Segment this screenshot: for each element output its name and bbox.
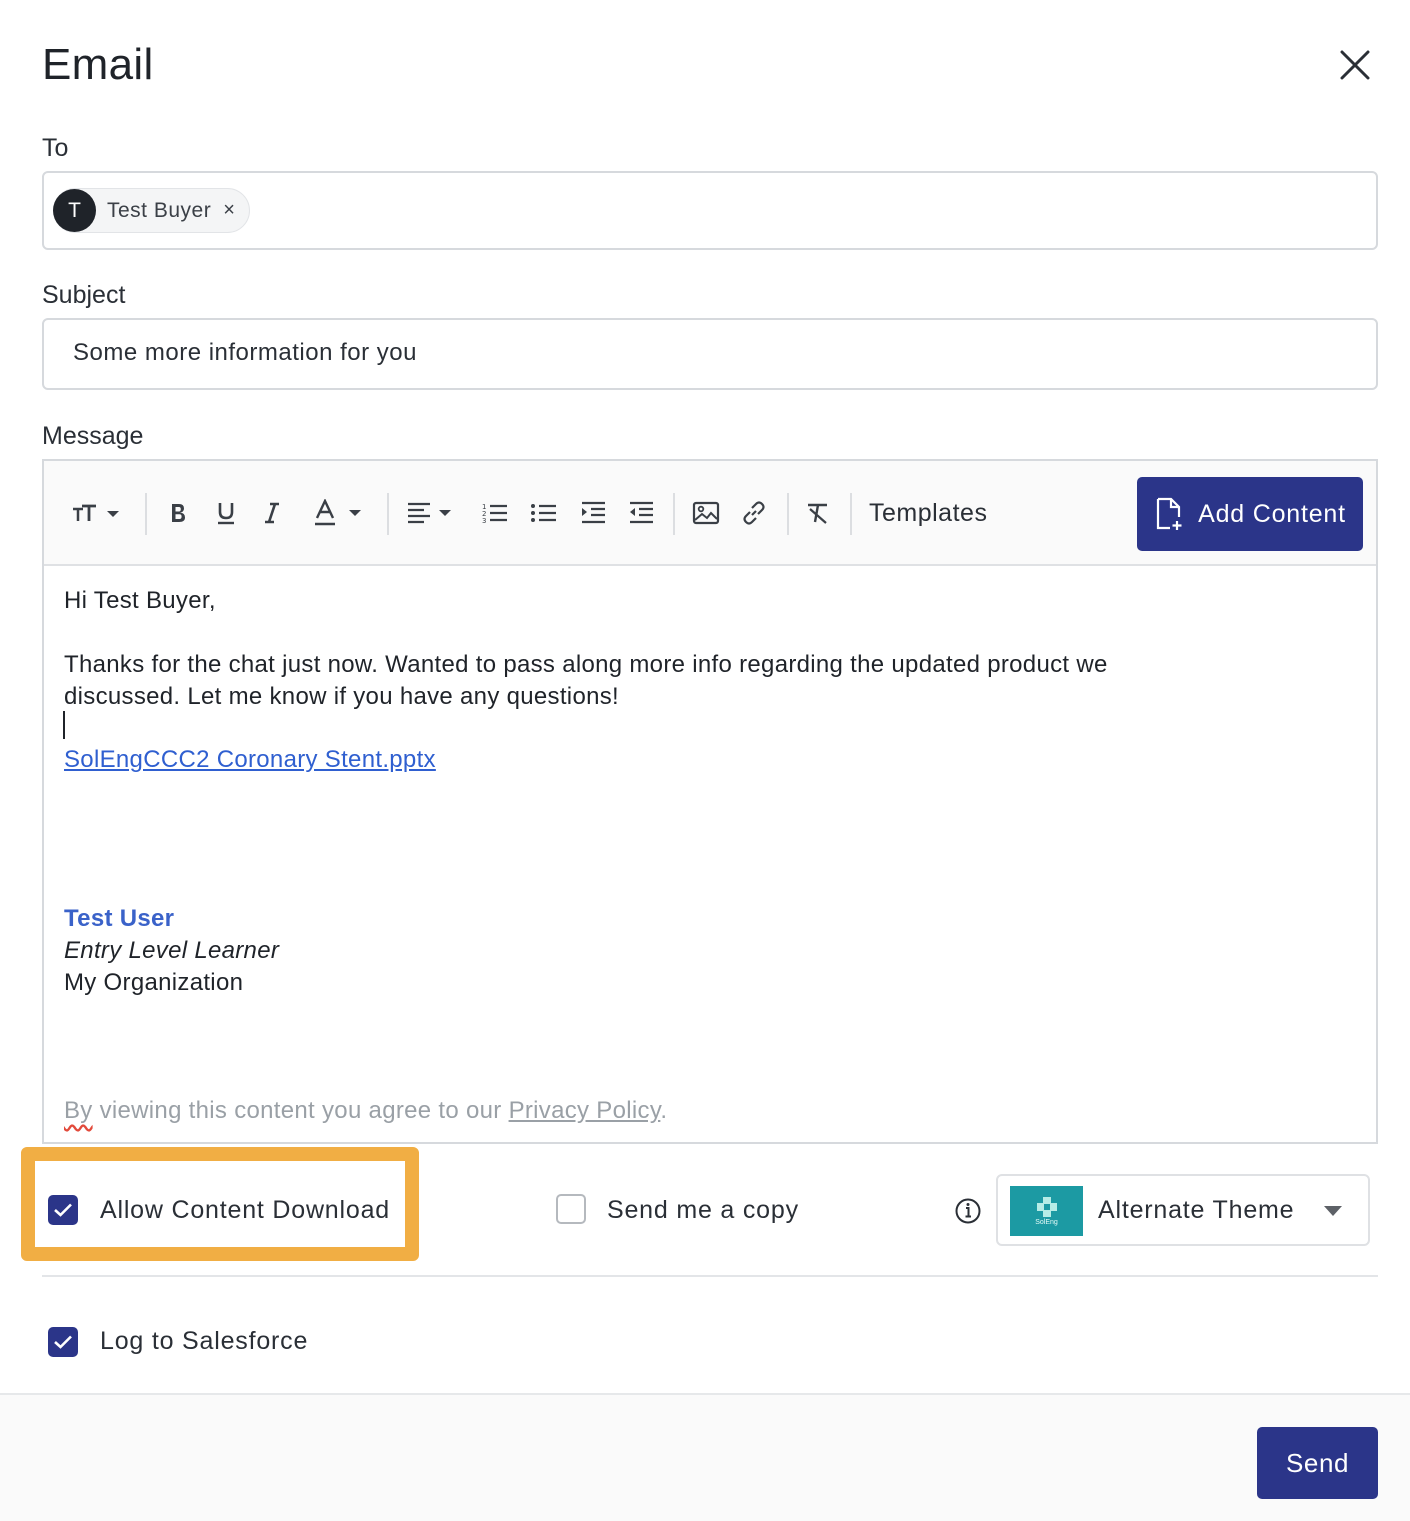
toolbar-divider <box>673 493 675 535</box>
avatar: T <box>53 189 96 232</box>
clear-format-icon <box>808 503 827 524</box>
text-color-icon <box>315 499 361 526</box>
clear-format-button[interactable] <box>800 493 836 533</box>
toolbar-divider <box>850 493 852 535</box>
indent-button[interactable] <box>576 493 610 533</box>
email-body-line: discussed. Let me know if you have any q… <box>64 683 620 710</box>
checkmark-icon <box>54 1203 72 1217</box>
close-button[interactable] <box>1332 42 1378 88</box>
add-content-label: Add Content <box>1198 499 1346 528</box>
log-salesforce-label[interactable]: Log to Salesforce <box>100 1327 308 1356</box>
italic-icon <box>265 502 279 524</box>
dialog-title: Email <box>42 40 154 89</box>
add-file-icon <box>1156 497 1182 530</box>
to-label: To <box>42 134 69 162</box>
italic-button[interactable] <box>256 493 288 533</box>
send-copy-label[interactable]: Send me a copy <box>607 1196 799 1225</box>
toolbar-divider <box>145 493 147 535</box>
privacy-notice-end: . <box>660 1097 668 1124</box>
send-copy-checkbox[interactable] <box>556 1194 586 1224</box>
outdent-icon <box>630 501 653 524</box>
theme-select[interactable]: SolEng Alternate Theme <box>996 1174 1370 1246</box>
align-icon <box>408 502 451 524</box>
add-content-button[interactable]: Add Content <box>1137 477 1363 551</box>
bold-icon <box>172 504 185 522</box>
align-button[interactable] <box>404 493 458 533</box>
underline-icon <box>218 503 234 525</box>
recipient-chip: T Test Buyer × <box>53 188 250 233</box>
log-salesforce-checkbox[interactable] <box>48 1327 78 1357</box>
message-editor[interactable]: 1 2 3 Templates Add Content Hi Test Buye… <box>42 459 1378 1144</box>
svg-text:3: 3 <box>482 517 486 525</box>
dialog-footer: Send <box>0 1393 1410 1521</box>
privacy-notice-by: By <box>64 1097 93 1124</box>
ordered-list-button[interactable]: 1 2 3 <box>478 493 512 533</box>
font-size-button[interactable] <box>68 493 122 533</box>
checkmark-icon <box>54 1335 72 1349</box>
templates-button[interactable]: Templates <box>869 499 987 528</box>
privacy-policy-link[interactable]: Privacy Policy <box>509 1097 661 1124</box>
toolbar-divider <box>387 493 389 535</box>
email-body-line: Thanks for the chat just now. Wanted to … <box>64 651 1108 678</box>
ordered-list-icon: 1 2 3 <box>482 503 507 525</box>
image-icon <box>692 501 720 525</box>
info-icon[interactable] <box>954 1197 982 1225</box>
allow-download-checkbox[interactable] <box>48 1195 78 1225</box>
text-cursor <box>63 711 65 739</box>
recipient-name: Test Buyer <box>107 198 212 222</box>
message-label: Message <box>42 422 144 450</box>
link-icon <box>743 501 765 525</box>
signature-title: Entry Level Learner <box>64 937 280 964</box>
outdent-button[interactable] <box>624 493 658 533</box>
toolbar-divider <box>787 493 789 535</box>
close-icon <box>1340 50 1370 80</box>
editor-toolbar: 1 2 3 Templates Add Content <box>44 461 1376 566</box>
theme-thumb-text: SolEng <box>1035 1218 1058 1226</box>
chevron-down-icon <box>1324 1206 1342 1216</box>
divider <box>42 1275 1378 1277</box>
signature-org: My Organization <box>64 969 244 996</box>
theme-logo-icon <box>1036 1196 1057 1217</box>
subject-value: Some more information for you <box>73 339 417 366</box>
font-size-icon <box>73 504 119 521</box>
bullet-list-button[interactable] <box>527 493 561 533</box>
bullet-list-icon <box>531 504 556 522</box>
remove-recipient-icon[interactable]: × <box>223 199 235 222</box>
attachment-link[interactable]: SolEngCCC2 Coronary Stent.pptx <box>64 744 436 776</box>
send-button[interactable]: Send <box>1257 1427 1378 1499</box>
insert-image-button[interactable] <box>688 493 724 533</box>
privacy-notice-text: viewing this content you agree to our <box>92 1097 509 1124</box>
insert-link-button[interactable] <box>736 493 772 533</box>
signature-name: Test User <box>64 905 175 932</box>
theme-thumbnail: SolEng <box>1010 1186 1083 1236</box>
subject-label: Subject <box>42 281 126 309</box>
email-greeting: Hi Test Buyer, <box>64 587 216 614</box>
bold-button[interactable] <box>162 493 194 533</box>
theme-label: Alternate Theme <box>1098 1196 1295 1224</box>
text-color-button[interactable] <box>308 493 366 533</box>
underline-button[interactable] <box>210 493 242 533</box>
indent-icon <box>582 501 605 524</box>
allow-download-label[interactable]: Allow Content Download <box>100 1196 390 1225</box>
privacy-notice: By viewing this content you agree to our… <box>64 1097 667 1125</box>
